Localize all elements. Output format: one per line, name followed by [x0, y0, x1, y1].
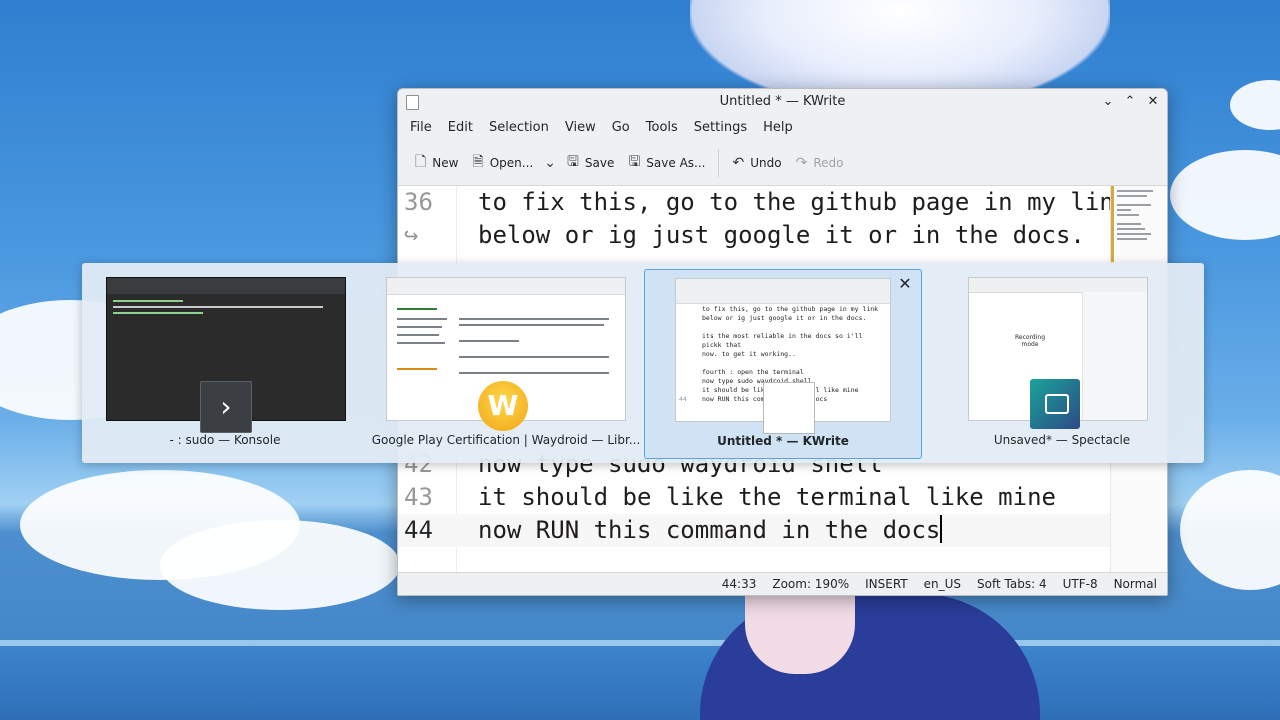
editor-line: 43 it should be like the terminal like m…: [398, 481, 1111, 514]
line-text: below or ig just google it or in the doc…: [478, 221, 1085, 249]
menu-tools[interactable]: Tools: [638, 117, 686, 139]
menu-file[interactable]: File: [402, 117, 440, 139]
undo-button-label: Undo: [750, 156, 782, 170]
indentation-settings[interactable]: Soft Tabs: 4: [977, 577, 1047, 591]
waydroid-icon: W: [478, 381, 528, 431]
line-text: to fix this, go to the github page in my…: [478, 188, 1129, 216]
redo-button[interactable]: ↷ Redo: [789, 148, 851, 178]
kwrite-icon: [763, 382, 815, 434]
task-label: Untitled * — KWrite: [717, 434, 849, 448]
redo-button-label: Redo: [813, 156, 844, 170]
line-number: 44: [404, 516, 433, 544]
save-as-button-label: Save As...: [646, 156, 706, 170]
preview-line-text: fourth : open the terminal: [702, 368, 804, 376]
main-toolbar: 🗋 New 🗎 Open... ⌄ 🖫 Save 🖫 Save As... ↶ …: [398, 141, 1167, 186]
new-document-icon: 🗋: [415, 154, 427, 170]
open-document-icon: 🗎: [472, 154, 484, 170]
close-icon[interactable]: ✕: [895, 274, 915, 294]
line-text: now RUN this command in the docs: [478, 514, 943, 547]
window-title: Untitled * — KWrite: [719, 94, 846, 109]
preview-line-text: below or ig just google it or in the doc…: [702, 314, 867, 322]
task-label: - : sudo — Konsole: [169, 433, 281, 447]
status-bar: 44:33 Zoom: 190% INSERT en_US Soft Tabs:…: [398, 572, 1167, 595]
input-mode[interactable]: INSERT: [865, 577, 908, 591]
title-bar[interactable]: Untitled * — KWrite ⌄ ⌃ ✕: [398, 89, 1167, 115]
editor-line: 36 to fix this, go to the github page in…: [398, 186, 1128, 219]
spectacle-icon: [1030, 379, 1080, 429]
task-label: Google Play Certification | Waydroid — L…: [371, 433, 641, 447]
task-browser-waydroid[interactable]: W Google Play Certification | Waydroid —…: [368, 269, 644, 457]
dictionary[interactable]: en_US: [924, 577, 961, 591]
menu-bar: File Edit Selection View Go Tools Settin…: [398, 115, 1167, 141]
task-konsole[interactable]: › - : sudo — Konsole: [82, 269, 368, 457]
toolbar-separator: [718, 149, 720, 177]
menu-selection[interactable]: Selection: [481, 117, 557, 139]
editor-line: ↪ below or ig just google it or in the d…: [398, 219, 1111, 252]
undo-button[interactable]: ↶ Undo: [725, 148, 788, 178]
text-caret: [940, 515, 943, 543]
line-text: it should be like the terminal like mine: [478, 483, 1056, 511]
task-kwrite[interactable]: ✕ to fix this, go to the github page in …: [644, 269, 922, 459]
close-icon[interactable]: ✕: [1144, 93, 1162, 111]
menu-go[interactable]: Go: [604, 117, 638, 139]
save-button-label: Save: [584, 156, 615, 170]
chevron-down-icon: ⌄: [544, 155, 556, 171]
editor-current-line: 44 now RUN this command in the docs: [398, 514, 1111, 547]
preview-line-text: its the most reliable in the docs so i'l…: [702, 332, 863, 340]
redo-icon: ↷: [795, 155, 808, 171]
open-button[interactable]: 🗎 Open...: [465, 148, 540, 178]
line-text-content: now RUN this command in the docs: [478, 516, 941, 544]
undo-icon: ↶: [732, 155, 745, 171]
save-button[interactable]: 🖫 Save: [560, 148, 621, 178]
syntax-mode[interactable]: Normal: [1114, 577, 1157, 591]
spectacle-preview-text: Recording mode: [1015, 334, 1046, 348]
preview-line-text: to fix this, go to the github page in my…: [702, 305, 879, 313]
menu-view[interactable]: View: [557, 117, 604, 139]
encoding[interactable]: UTF-8: [1063, 577, 1098, 591]
new-button-label: New: [432, 156, 459, 170]
open-recent-dropdown[interactable]: ⌄: [540, 148, 560, 178]
cursor-position[interactable]: 44:33: [722, 577, 757, 591]
preview-line-text: pickk that: [702, 341, 742, 349]
maximize-icon[interactable]: ⌃: [1121, 93, 1139, 111]
menu-edit[interactable]: Edit: [440, 117, 481, 139]
menu-help[interactable]: Help: [755, 117, 801, 139]
save-as-button[interactable]: 🖫 Save As...: [621, 148, 712, 178]
task-spectacle[interactable]: Recording mode Unsaved* — Spectacle: [920, 269, 1204, 457]
zoom-level[interactable]: Zoom: 190%: [772, 577, 849, 591]
task-label: Unsaved* — Spectacle: [993, 433, 1131, 447]
minimap-change-marker: [1111, 186, 1114, 262]
open-button-label: Open...: [489, 156, 534, 170]
line-number: 43: [404, 483, 433, 511]
wrap-indicator-icon: ↪: [404, 221, 419, 249]
preview-line-number: 44: [679, 395, 687, 403]
terminal-icon: ›: [200, 381, 252, 433]
menu-settings[interactable]: Settings: [686, 117, 755, 139]
save-icon: 🖫: [566, 154, 579, 170]
save-as-icon: 🖫: [628, 154, 641, 170]
chevron-down-icon[interactable]: ⌄: [1099, 93, 1117, 111]
line-number: 36: [404, 188, 433, 216]
task-switcher: › - : sudo — Konsole W Google Play Certi…: [82, 263, 1204, 463]
preview-line-text: now. to get it working..: [702, 350, 796, 358]
new-button[interactable]: 🗋 New: [408, 148, 465, 178]
